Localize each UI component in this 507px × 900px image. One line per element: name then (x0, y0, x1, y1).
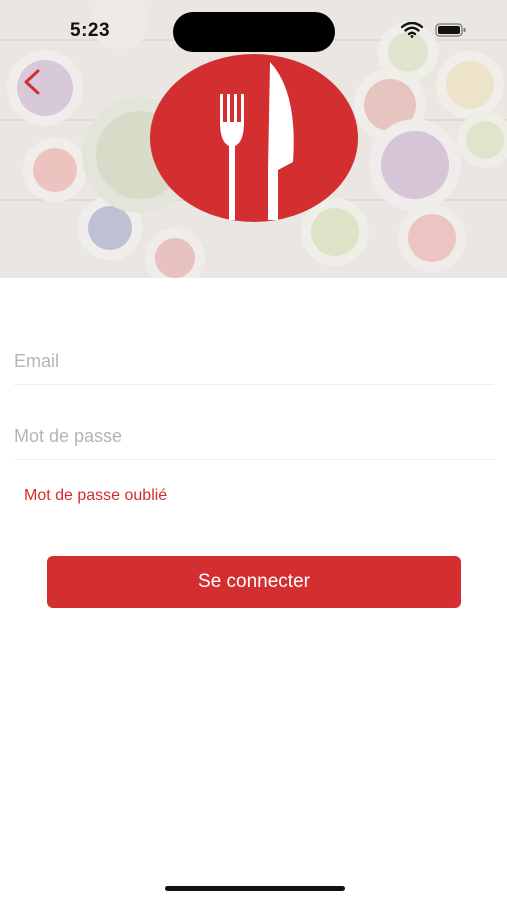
forgot-password-link[interactable]: Mot de passe oublié (24, 487, 167, 505)
header-image: 5:23 (0, 0, 507, 278)
password-field[interactable] (14, 413, 494, 460)
back-button[interactable] (12, 62, 52, 102)
battery-icon (435, 23, 466, 37)
login-button[interactable]: Se connecter (47, 556, 461, 608)
restaurant-logo-icon (150, 54, 358, 222)
dynamic-island (173, 12, 335, 52)
status-icons (401, 22, 467, 38)
back-chevron-icon (24, 69, 40, 95)
wifi-icon (401, 22, 423, 38)
status-time: 5:23 (70, 20, 111, 41)
home-indicator[interactable] (165, 886, 345, 891)
email-field[interactable] (14, 338, 494, 385)
